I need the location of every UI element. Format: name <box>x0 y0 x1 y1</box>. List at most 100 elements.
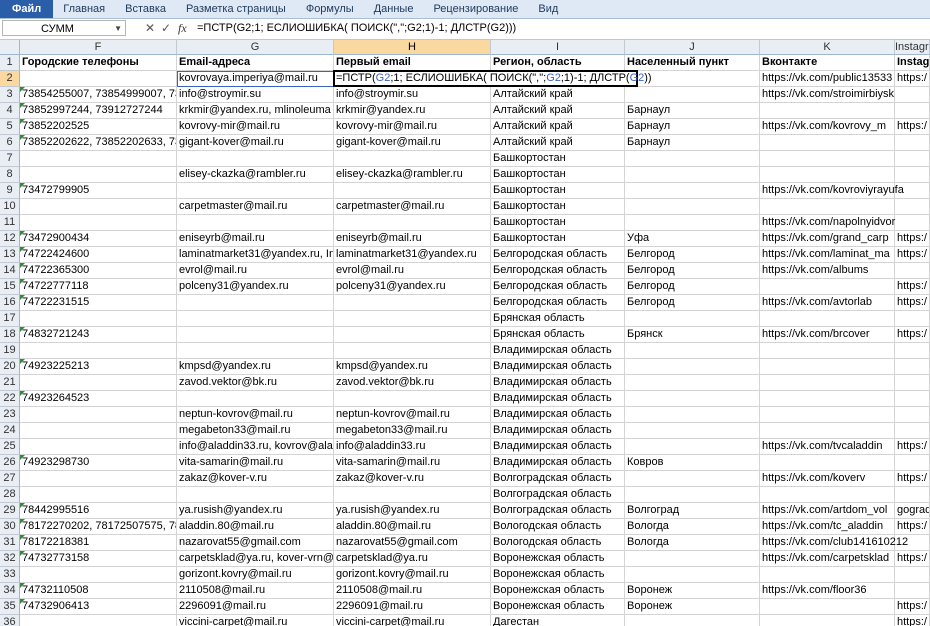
cell-K1[interactable]: Вконтакте <box>760 55 895 71</box>
cell-J16[interactable]: Белгород <box>625 295 760 311</box>
cell-Instagra31[interactable] <box>895 535 930 551</box>
cell-H34[interactable]: 2110508@mail.ru <box>334 583 491 599</box>
cell-G19[interactable] <box>177 343 334 359</box>
cell-Instagra8[interactable] <box>895 167 930 183</box>
cell-Instagra27[interactable]: https:/ <box>895 471 930 487</box>
cell-J21[interactable] <box>625 375 760 391</box>
ribbon-tab-1[interactable]: Главная <box>53 0 115 18</box>
cell-Instagra17[interactable] <box>895 311 930 327</box>
cell-Instagra32[interactable]: https:/ <box>895 551 930 567</box>
cell-F10[interactable] <box>20 199 177 215</box>
cell-F4[interactable]: 73852997244, 73912727244 <box>20 103 177 119</box>
cell-F5[interactable]: 73852202525 <box>20 119 177 135</box>
row-header-27[interactable]: 27 <box>0 471 20 487</box>
cell-Instagra23[interactable] <box>895 407 930 423</box>
cell-Instagra25[interactable]: https:/ <box>895 439 930 455</box>
cell-J26[interactable]: Ковров <box>625 455 760 471</box>
cell-G25[interactable]: info@aladdin33.ru, kovrov@ala <box>177 439 334 455</box>
cell-H14[interactable]: evrol@mail.ru <box>334 263 491 279</box>
cell-K17[interactable] <box>760 311 895 327</box>
cell-G26[interactable]: vita-samarin@mail.ru <box>177 455 334 471</box>
cell-I5[interactable]: Алтайский край <box>491 119 625 135</box>
cell-F33[interactable] <box>20 567 177 583</box>
cell-I14[interactable]: Белгородская область <box>491 263 625 279</box>
cell-F12[interactable]: 73472900434 <box>20 231 177 247</box>
cell-I30[interactable]: Вологодская область <box>491 519 625 535</box>
cell-K18[interactable]: https://vk.com/brcover <box>760 327 895 343</box>
cell-F19[interactable] <box>20 343 177 359</box>
column-header-I[interactable]: I <box>491 40 625 55</box>
cell-G17[interactable] <box>177 311 334 327</box>
cell-Instagra13[interactable]: https:/ <box>895 247 930 263</box>
cell-G5[interactable]: kovrovy-mir@mail.ru <box>177 119 334 135</box>
cell-J18[interactable]: Брянск <box>625 327 760 343</box>
ribbon-tab-7[interactable]: Вид <box>528 0 568 18</box>
column-header-H[interactable]: H <box>334 40 491 55</box>
cell-K30[interactable]: https://vk.com/tc_aladdin <box>760 519 895 535</box>
ribbon-tab-3[interactable]: Разметка страницы <box>176 0 296 18</box>
cell-Instagra36[interactable]: https:/ <box>895 615 930 626</box>
cell-H35[interactable]: 2296091@mail.ru <box>334 599 491 615</box>
cell-I6[interactable]: Алтайский край <box>491 135 625 151</box>
row-header-6[interactable]: 6 <box>0 135 20 151</box>
cell-K9[interactable]: https://vk.com/kovroviyrayufa <box>760 183 904 199</box>
cell-K6[interactable] <box>760 135 895 151</box>
cell-H26[interactable]: vita-samarin@mail.ru <box>334 455 491 471</box>
cell-H11[interactable] <box>334 215 491 231</box>
cell-I26[interactable]: Владимирская область <box>491 455 625 471</box>
cell-J33[interactable] <box>625 567 760 583</box>
cell-F35[interactable]: 74732906413 <box>20 599 177 615</box>
cell-G12[interactable]: eniseyrb@mail.ru <box>177 231 334 247</box>
row-header-29[interactable]: 29 <box>0 503 20 519</box>
cell-Instagra20[interactable] <box>895 359 930 375</box>
cell-I18[interactable]: Брянская область <box>491 327 625 343</box>
cell-F36[interactable] <box>20 615 177 626</box>
cell-K27[interactable]: https://vk.com/koverv <box>760 471 895 487</box>
cell-J17[interactable] <box>625 311 760 327</box>
cell-G21[interactable]: zavod.vektor@bk.ru <box>177 375 334 391</box>
row-header-30[interactable]: 30 <box>0 519 20 535</box>
cell-F22[interactable]: 74923264523 <box>20 391 177 407</box>
cell-H18[interactable] <box>334 327 491 343</box>
cell-Instagra34[interactable] <box>895 583 930 599</box>
ribbon-tab-4[interactable]: Формулы <box>296 0 364 18</box>
cell-I19[interactable]: Владимирская область <box>491 343 625 359</box>
cell-F24[interactable] <box>20 423 177 439</box>
cell-I25[interactable]: Владимирская область <box>491 439 625 455</box>
cell-H1[interactable]: Первый email <box>334 55 491 71</box>
cell-Instagra11[interactable] <box>895 215 930 231</box>
cell-F13[interactable]: 74722424600 <box>20 247 177 263</box>
cell-K3[interactable]: https://vk.com/stroimirbiysk <box>760 87 895 103</box>
cell-G28[interactable] <box>177 487 334 503</box>
cell-H36[interactable]: viccini-carpet@mail.ru <box>334 615 491 626</box>
cell-H32[interactable]: carpetsklad@ya.ru <box>334 551 491 567</box>
cell-H25[interactable]: info@aladdin33.ru <box>334 439 491 455</box>
cell-H6[interactable]: gigant-kover@mail.ru <box>334 135 491 151</box>
cell-F17[interactable] <box>20 311 177 327</box>
cell-G30[interactable]: aladdin.80@mail.ru <box>177 519 334 535</box>
cell-J25[interactable] <box>625 439 760 455</box>
cell-K12[interactable]: https://vk.com/grand_carp <box>760 231 895 247</box>
cell-J23[interactable] <box>625 407 760 423</box>
cell-K31[interactable]: https://vk.com/club141610212 <box>760 535 908 551</box>
cell-G9[interactable] <box>177 183 334 199</box>
cell-K19[interactable] <box>760 343 895 359</box>
cell-H20[interactable]: kmpsd@yandex.ru <box>334 359 491 375</box>
cell-K2[interactable]: https://vk.com/public13533 <box>760 71 895 87</box>
cell-I8[interactable]: Башкортостан <box>491 167 625 183</box>
cell-G34[interactable]: 2110508@mail.ru <box>177 583 334 599</box>
cell-H31[interactable]: nazarovat55@gmail.com <box>334 535 491 551</box>
cell-Instagra33[interactable] <box>895 567 930 583</box>
cell-J28[interactable] <box>625 487 760 503</box>
cell-I13[interactable]: Белгородская область <box>491 247 625 263</box>
cell-J13[interactable]: Белгород <box>625 247 760 263</box>
cell-J34[interactable]: Воронеж <box>625 583 760 599</box>
row-header-23[interactable]: 23 <box>0 407 20 423</box>
cell-I31[interactable]: Вологодская область <box>491 535 625 551</box>
cell-Instagra6[interactable] <box>895 135 930 151</box>
cell-F30[interactable]: 78172270202, 78172507575, 7817 <box>20 519 177 535</box>
ribbon-tab-6[interactable]: Рецензирование <box>423 0 528 18</box>
cell-I32[interactable]: Воронежская область <box>491 551 625 567</box>
cell-H28[interactable] <box>334 487 491 503</box>
cell-Instagra18[interactable]: https:/ <box>895 327 930 343</box>
